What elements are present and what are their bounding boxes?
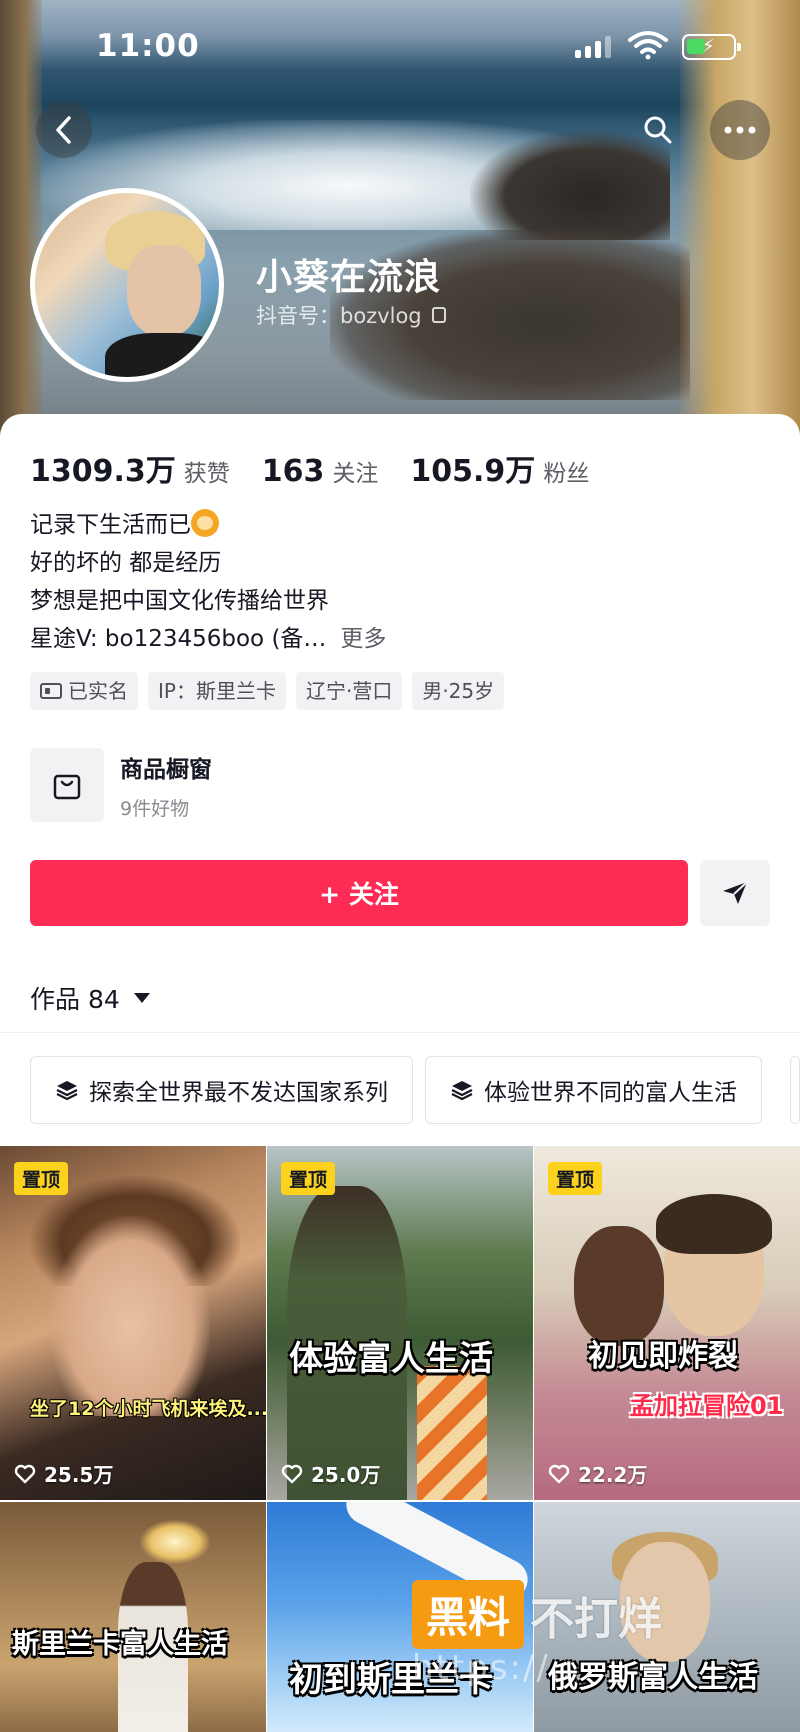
pinned-badge: 置顶 bbox=[548, 1162, 603, 1195]
pinned-badge: 置顶 bbox=[14, 1162, 69, 1195]
bio-line: 梦想是把中国文化传播给世界 bbox=[30, 588, 329, 614]
watermark-badge: 黑料 bbox=[412, 1580, 525, 1649]
bio-line: 好的坏的 都是经历 bbox=[30, 550, 222, 576]
wifi-icon bbox=[628, 31, 668, 60]
collections-row: 探索全世界最不发达国家系列 体验世界不同的富人生活 bbox=[30, 1056, 762, 1124]
heart-icon bbox=[14, 1464, 36, 1483]
likes-count: 25.5万 bbox=[44, 1463, 114, 1487]
bio-text: 记录下生活而已 bbox=[30, 512, 191, 538]
battery-icon: ⚡ bbox=[682, 34, 741, 60]
profile-stats: 1309.3万 获赞 163 关注 105.9万 粉丝 bbox=[30, 446, 621, 490]
bio-more-link[interactable]: 更多 bbox=[340, 626, 386, 652]
tab-works[interactable]: 作品 84 bbox=[30, 980, 150, 1016]
profile-tags: 已实名 IP：斯里兰卡 辽宁·营口 男·25岁 bbox=[30, 672, 505, 710]
search-button[interactable] bbox=[630, 102, 686, 158]
back-icon bbox=[56, 116, 71, 144]
stat-label: 粉丝 bbox=[543, 461, 590, 487]
video-caption: 坐了12个小时飞机来埃及... bbox=[30, 1398, 266, 1420]
watermark-text: 不打烊 bbox=[530, 1593, 663, 1645]
collection-label: 探索全世界最不发达国家系列 bbox=[89, 1080, 388, 1106]
caret-down-icon bbox=[133, 993, 150, 1003]
stat-value: 1309.3万 bbox=[30, 454, 176, 489]
pinned-badge: 置顶 bbox=[281, 1162, 336, 1195]
tag-text: 已实名 bbox=[68, 679, 128, 703]
video-thumbnail[interactable]: 置顶 坐了12个小时飞机来埃及... 25.5万 bbox=[0, 1146, 266, 1500]
back-button[interactable] bbox=[36, 102, 92, 158]
share-button[interactable] bbox=[700, 860, 770, 926]
profile-douyin-id[interactable]: 抖音号：bozvlog bbox=[256, 300, 446, 330]
follow-button[interactable]: + 关注 bbox=[30, 860, 688, 926]
more-icon bbox=[724, 126, 756, 134]
shop-title: 商品橱窗 bbox=[120, 756, 212, 783]
search-icon bbox=[644, 116, 672, 144]
status-time: 11:00 bbox=[96, 28, 200, 64]
video-caption: 初见即炸裂 bbox=[588, 1339, 738, 1374]
likes-count: 25.0万 bbox=[311, 1463, 381, 1487]
shopping-bag-icon bbox=[30, 748, 104, 822]
stat-label: 获赞 bbox=[183, 461, 230, 487]
more-button[interactable] bbox=[710, 100, 770, 160]
video-grid: 置顶 坐了12个小时飞机来埃及... 25.5万 置顶 体验富人生活 25.0万… bbox=[0, 1146, 800, 1732]
video-thumbnail[interactable]: 斯里兰卡富人生活 bbox=[0, 1502, 266, 1732]
stack-icon bbox=[451, 1081, 473, 1101]
copy-icon[interactable] bbox=[431, 307, 446, 323]
tag-text: 男·25岁 bbox=[422, 679, 495, 703]
tag-location: 辽宁·营口 bbox=[295, 672, 403, 710]
profile-nickname: 小葵在流浪 bbox=[256, 257, 442, 298]
likes-count: 22.2万 bbox=[578, 1463, 648, 1487]
stat-following[interactable]: 163 关注 bbox=[262, 454, 379, 489]
video-caption: 体验富人生活 bbox=[289, 1339, 493, 1379]
watermark: 黑料 不打烊 bbox=[412, 1580, 662, 1649]
heart-icon bbox=[281, 1464, 303, 1483]
tag-gender-age: 男·25岁 bbox=[412, 672, 505, 710]
watermark-url: https://… bbox=[412, 1648, 586, 1688]
video-likes: 22.2万 bbox=[548, 1459, 647, 1488]
status-bar: 11:00 ⚡ bbox=[0, 0, 800, 96]
bio-line: 记录下生活而已 bbox=[30, 506, 386, 544]
stack-icon bbox=[56, 1081, 78, 1101]
tag-ip: IP：斯里兰卡 bbox=[148, 672, 286, 710]
tag-text: IP：斯里兰卡 bbox=[158, 679, 276, 703]
lion-emoji-icon bbox=[191, 509, 219, 537]
stat-likes[interactable]: 1309.3万 获赞 bbox=[30, 446, 230, 490]
stat-followers[interactable]: 105.9万 粉丝 bbox=[410, 446, 589, 490]
stat-value: 105.9万 bbox=[410, 454, 536, 489]
profile-bio: 记录下生活而已 好的坏的 都是经历 梦想是把中国文化传播给世界 星途V: bo1… bbox=[30, 506, 386, 658]
collection-chip-partial[interactable] bbox=[790, 1056, 800, 1124]
heart-icon bbox=[548, 1464, 570, 1483]
signal-icon bbox=[575, 36, 611, 58]
id-card-icon bbox=[40, 683, 62, 699]
bio-line: 星途V: bo123456boo (备… 更多 bbox=[30, 620, 386, 658]
collection-label: 体验世界不同的富人生活 bbox=[484, 1080, 737, 1106]
video-subcaption: 孟加拉冒险01 bbox=[630, 1392, 784, 1420]
video-likes: 25.5万 bbox=[14, 1459, 113, 1488]
divider bbox=[0, 1032, 800, 1033]
video-caption: 斯里兰卡富人生活 bbox=[12, 1629, 228, 1660]
collection-chip[interactable]: 体验世界不同的富人生活 bbox=[425, 1056, 762, 1124]
works-label: 作品 84 bbox=[30, 985, 120, 1014]
tag-text: 辽宁·营口 bbox=[305, 679, 393, 703]
tag-verified[interactable]: 已实名 bbox=[30, 672, 138, 710]
shop-window-entry[interactable]: 商品橱窗 9件好物 bbox=[30, 748, 212, 822]
video-likes: 25.0万 bbox=[281, 1459, 380, 1488]
avatar[interactable] bbox=[30, 188, 224, 382]
douyin-id-text: 抖音号：bozvlog bbox=[256, 304, 422, 328]
collection-chip[interactable]: 探索全世界最不发达国家系列 bbox=[30, 1056, 413, 1124]
video-thumbnail[interactable]: 置顶 体验富人生活 25.0万 bbox=[267, 1146, 533, 1500]
video-thumbnail[interactable]: 置顶 初见即炸裂 孟加拉冒险01 22.2万 bbox=[534, 1146, 800, 1500]
stat-value: 163 bbox=[261, 454, 325, 489]
stat-label: 关注 bbox=[332, 461, 379, 487]
share-icon bbox=[723, 881, 748, 904]
shop-subtitle: 9件好物 bbox=[120, 797, 190, 820]
bio-text: 星途V: bo123456boo (备… bbox=[30, 626, 327, 652]
